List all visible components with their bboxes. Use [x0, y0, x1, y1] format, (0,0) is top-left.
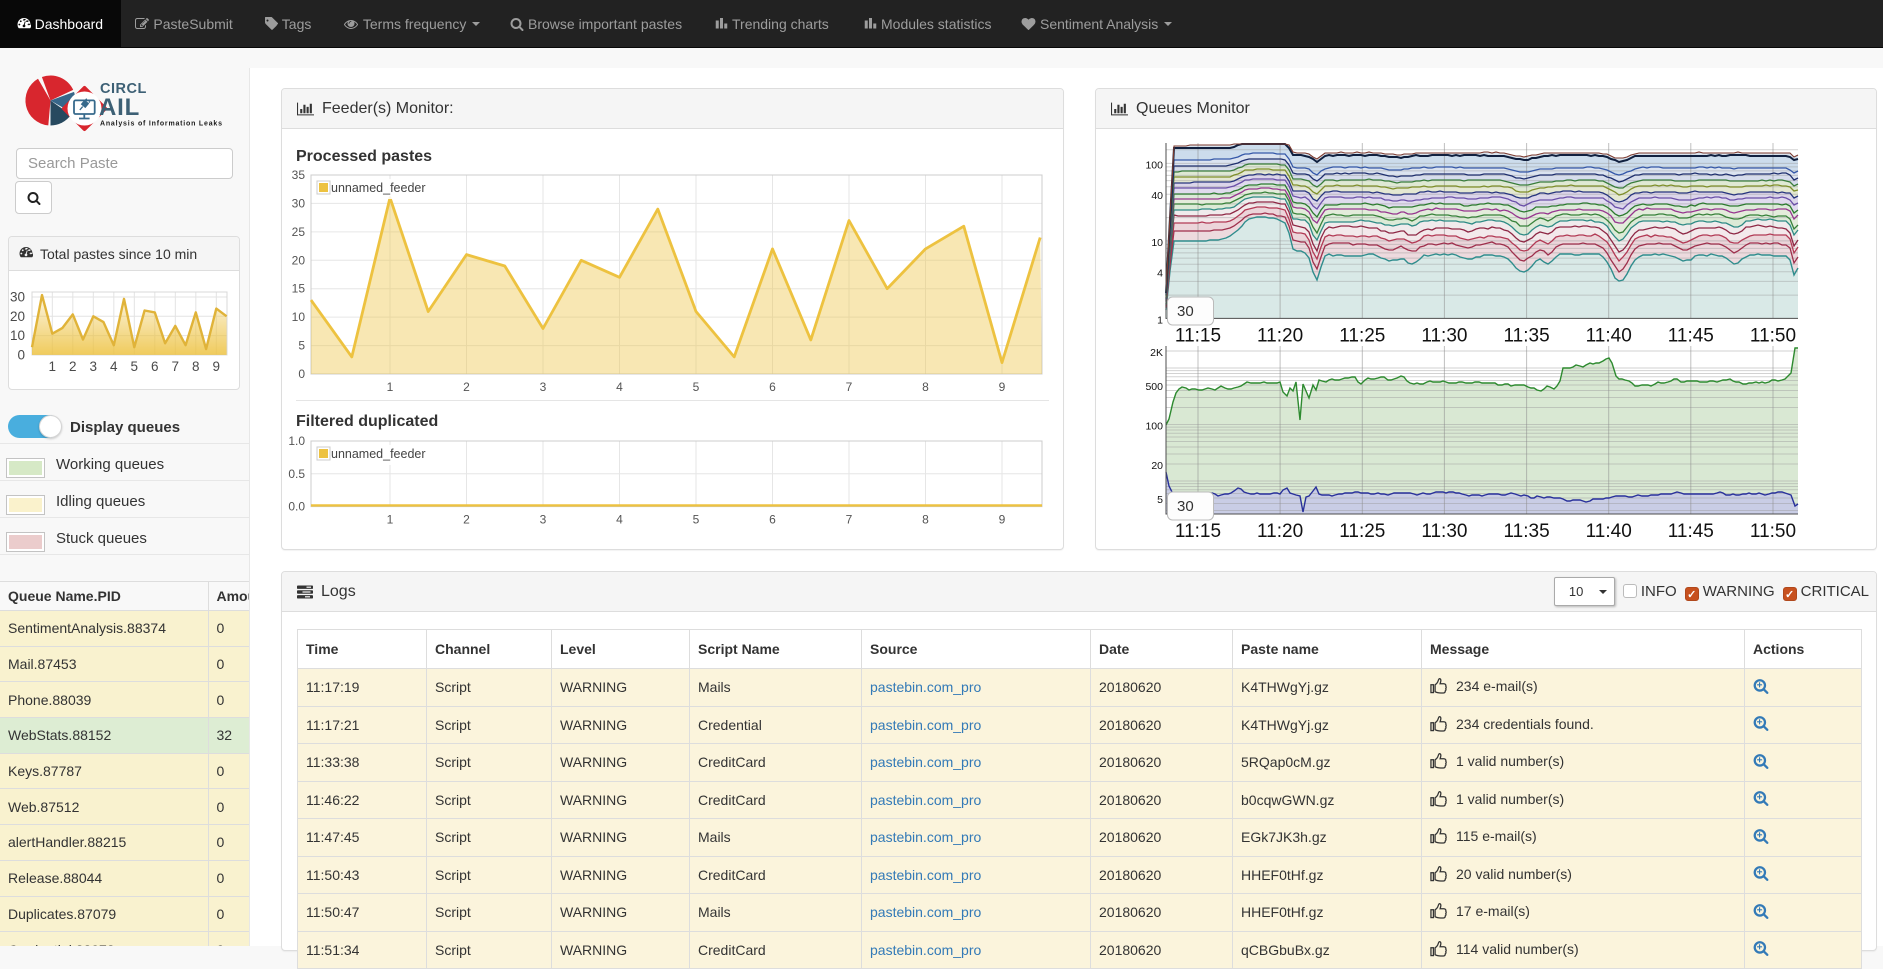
svg-text:11:50: 11:50 — [1750, 325, 1796, 346]
svg-text:4: 4 — [110, 359, 118, 374]
svg-text:100: 100 — [1145, 159, 1163, 171]
svg-text:30: 30 — [292, 196, 306, 210]
svg-text:1: 1 — [387, 513, 394, 527]
svg-text:10: 10 — [1151, 237, 1163, 249]
svg-text:2: 2 — [69, 359, 77, 374]
svg-text:40: 40 — [1151, 190, 1163, 202]
svg-text:11:35: 11:35 — [1504, 521, 1550, 542]
svg-text:AIL: AIL — [99, 94, 140, 121]
svg-text:1: 1 — [49, 359, 57, 374]
svg-text:10: 10 — [292, 310, 306, 324]
svg-text:7: 7 — [172, 359, 180, 374]
svg-text:5: 5 — [1157, 494, 1163, 506]
svg-text:9: 9 — [999, 513, 1006, 527]
svg-text:6: 6 — [151, 359, 159, 374]
svg-text:5: 5 — [131, 359, 139, 374]
svg-text:5: 5 — [693, 380, 700, 394]
svg-text:3: 3 — [90, 359, 98, 374]
svg-text:8: 8 — [922, 513, 929, 527]
svg-text:11:15: 11:15 — [1175, 325, 1221, 346]
svg-text:8: 8 — [192, 359, 200, 374]
svg-text:1: 1 — [1157, 314, 1163, 326]
svg-text:11:30: 11:30 — [1421, 521, 1467, 542]
svg-text:30: 30 — [1177, 303, 1194, 320]
svg-text:11:40: 11:40 — [1586, 325, 1632, 346]
svg-text:2: 2 — [463, 380, 470, 394]
svg-text:9: 9 — [213, 359, 221, 374]
svg-text:15: 15 — [292, 282, 306, 296]
svg-text:11:45: 11:45 — [1668, 521, 1714, 542]
svg-text:6: 6 — [769, 380, 776, 394]
svg-text:unnamed_feeder: unnamed_feeder — [331, 181, 426, 195]
svg-text:3: 3 — [540, 513, 547, 527]
svg-text:20: 20 — [10, 309, 25, 324]
svg-text:unnamed_feeder: unnamed_feeder — [331, 447, 426, 461]
svg-text:25: 25 — [292, 225, 306, 239]
svg-text:2: 2 — [463, 513, 470, 527]
svg-text:5: 5 — [298, 339, 305, 353]
svg-text:1.0: 1.0 — [288, 434, 305, 448]
svg-text:0.0: 0.0 — [288, 500, 305, 514]
svg-text:35: 35 — [292, 168, 306, 182]
svg-text:4: 4 — [1157, 268, 1163, 280]
svg-text:500: 500 — [1145, 381, 1163, 393]
svg-text:3: 3 — [540, 380, 547, 394]
svg-text:0.5: 0.5 — [288, 467, 305, 481]
svg-text:8: 8 — [922, 380, 929, 394]
svg-text:30: 30 — [10, 290, 25, 305]
svg-text:11:20: 11:20 — [1257, 325, 1303, 346]
svg-text:Analysis of Information Leaks: Analysis of Information Leaks — [100, 121, 223, 128]
svg-text:5: 5 — [693, 513, 700, 527]
svg-text:6: 6 — [769, 513, 776, 527]
svg-text:4: 4 — [616, 513, 623, 527]
svg-text:11:15: 11:15 — [1175, 521, 1221, 542]
svg-text:4: 4 — [616, 380, 623, 394]
svg-text:11:40: 11:40 — [1586, 521, 1632, 542]
svg-text:9: 9 — [999, 380, 1006, 394]
svg-text:11:50: 11:50 — [1750, 521, 1796, 542]
svg-text:11:25: 11:25 — [1339, 521, 1385, 542]
svg-text:0: 0 — [298, 367, 305, 381]
svg-text:30: 30 — [1177, 498, 1194, 515]
svg-text:2K: 2K — [1150, 347, 1163, 359]
svg-text:11:20: 11:20 — [1257, 521, 1303, 542]
svg-text:1: 1 — [387, 380, 394, 394]
svg-text:11:35: 11:35 — [1504, 325, 1550, 346]
svg-text:11:30: 11:30 — [1421, 325, 1467, 346]
svg-text:20: 20 — [292, 253, 306, 267]
svg-text:11:45: 11:45 — [1668, 325, 1714, 346]
svg-text:10: 10 — [10, 328, 25, 343]
svg-text:7: 7 — [846, 513, 853, 527]
svg-text:0: 0 — [17, 347, 25, 362]
svg-text:100: 100 — [1145, 421, 1163, 433]
svg-text:20: 20 — [1151, 460, 1163, 472]
svg-text:11:25: 11:25 — [1339, 325, 1385, 346]
svg-text:7: 7 — [846, 380, 853, 394]
